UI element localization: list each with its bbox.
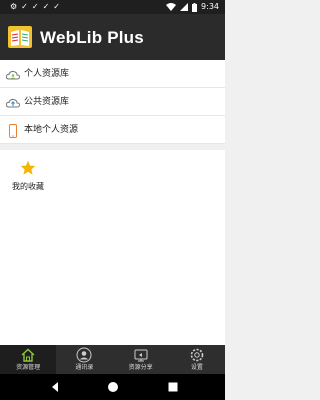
resource-item-label: 本地个人资源 bbox=[24, 125, 79, 135]
check-icon: ✓ bbox=[31, 2, 39, 11]
status-time: 9:34 bbox=[201, 2, 219, 11]
system-nav-bar bbox=[0, 374, 225, 400]
cloud-upload-icon bbox=[6, 98, 20, 108]
tab-label: 设置 bbox=[190, 364, 203, 371]
bottom-tab-bar: 资源管理 通讯录 资源分享 设置 bbox=[0, 345, 225, 374]
signal-icon bbox=[180, 3, 189, 11]
home-icon bbox=[21, 348, 35, 362]
star-icon bbox=[20, 160, 36, 175]
wifi-icon bbox=[166, 3, 177, 11]
book-logo-icon bbox=[8, 26, 32, 48]
favorites-label: 我的收藏 bbox=[12, 182, 44, 191]
resource-list: 个人资源库 公共资源库 本地个人资源 bbox=[0, 60, 225, 144]
recents-icon[interactable] bbox=[167, 381, 179, 393]
gear-icon: ⚙ bbox=[10, 2, 18, 11]
settings-icon bbox=[190, 348, 204, 362]
resource-item-personal[interactable]: 个人资源库 bbox=[0, 62, 225, 88]
app-title-l: L bbox=[76, 28, 87, 47]
resource-item-label: 个人资源库 bbox=[24, 69, 70, 79]
check-icon: ✓ bbox=[42, 2, 50, 11]
contact-icon bbox=[76, 347, 92, 363]
app-title-web: Web bbox=[40, 28, 77, 47]
tab-label: 通讯录 bbox=[75, 364, 94, 371]
resource-item-public[interactable]: 公共资源库 bbox=[0, 90, 225, 116]
status-left-icons: ⚙ ✓ ✓ ✓ ✓ bbox=[10, 2, 60, 12]
battery-icon bbox=[192, 2, 198, 12]
tab-label: 资源管理 bbox=[16, 364, 41, 371]
status-bar: ⚙ ✓ ✓ ✓ ✓ 9:34 bbox=[0, 0, 225, 14]
check-icon: ✓ bbox=[53, 2, 60, 11]
share-icon bbox=[134, 349, 148, 362]
favorites-tile[interactable]: 我的收藏 bbox=[6, 158, 50, 198]
back-icon[interactable] bbox=[49, 381, 61, 393]
resource-item-local[interactable]: 本地个人资源 bbox=[0, 118, 225, 144]
check-icon: ✓ bbox=[21, 2, 28, 11]
tab-resource-share[interactable]: 资源分享 bbox=[113, 345, 169, 374]
tab-settings[interactable]: 设置 bbox=[169, 345, 225, 374]
resource-item-label: 公共资源库 bbox=[24, 97, 70, 107]
tab-label: 资源分享 bbox=[128, 364, 153, 371]
app-header: WebLib Plus bbox=[0, 14, 225, 60]
tab-contacts[interactable]: 通讯录 bbox=[56, 345, 112, 374]
home-nav-icon[interactable] bbox=[107, 381, 119, 393]
tab-resource-management[interactable]: 资源管理 bbox=[0, 345, 57, 374]
cloud-user-icon bbox=[6, 70, 20, 80]
status-right-icons: 9:34 bbox=[166, 2, 219, 12]
favorites-panel: 我的收藏 bbox=[0, 150, 225, 345]
phone-icon bbox=[9, 124, 17, 138]
app-title-rest: ib Plus bbox=[86, 28, 144, 47]
app-title: WebLib Plus bbox=[40, 28, 144, 48]
